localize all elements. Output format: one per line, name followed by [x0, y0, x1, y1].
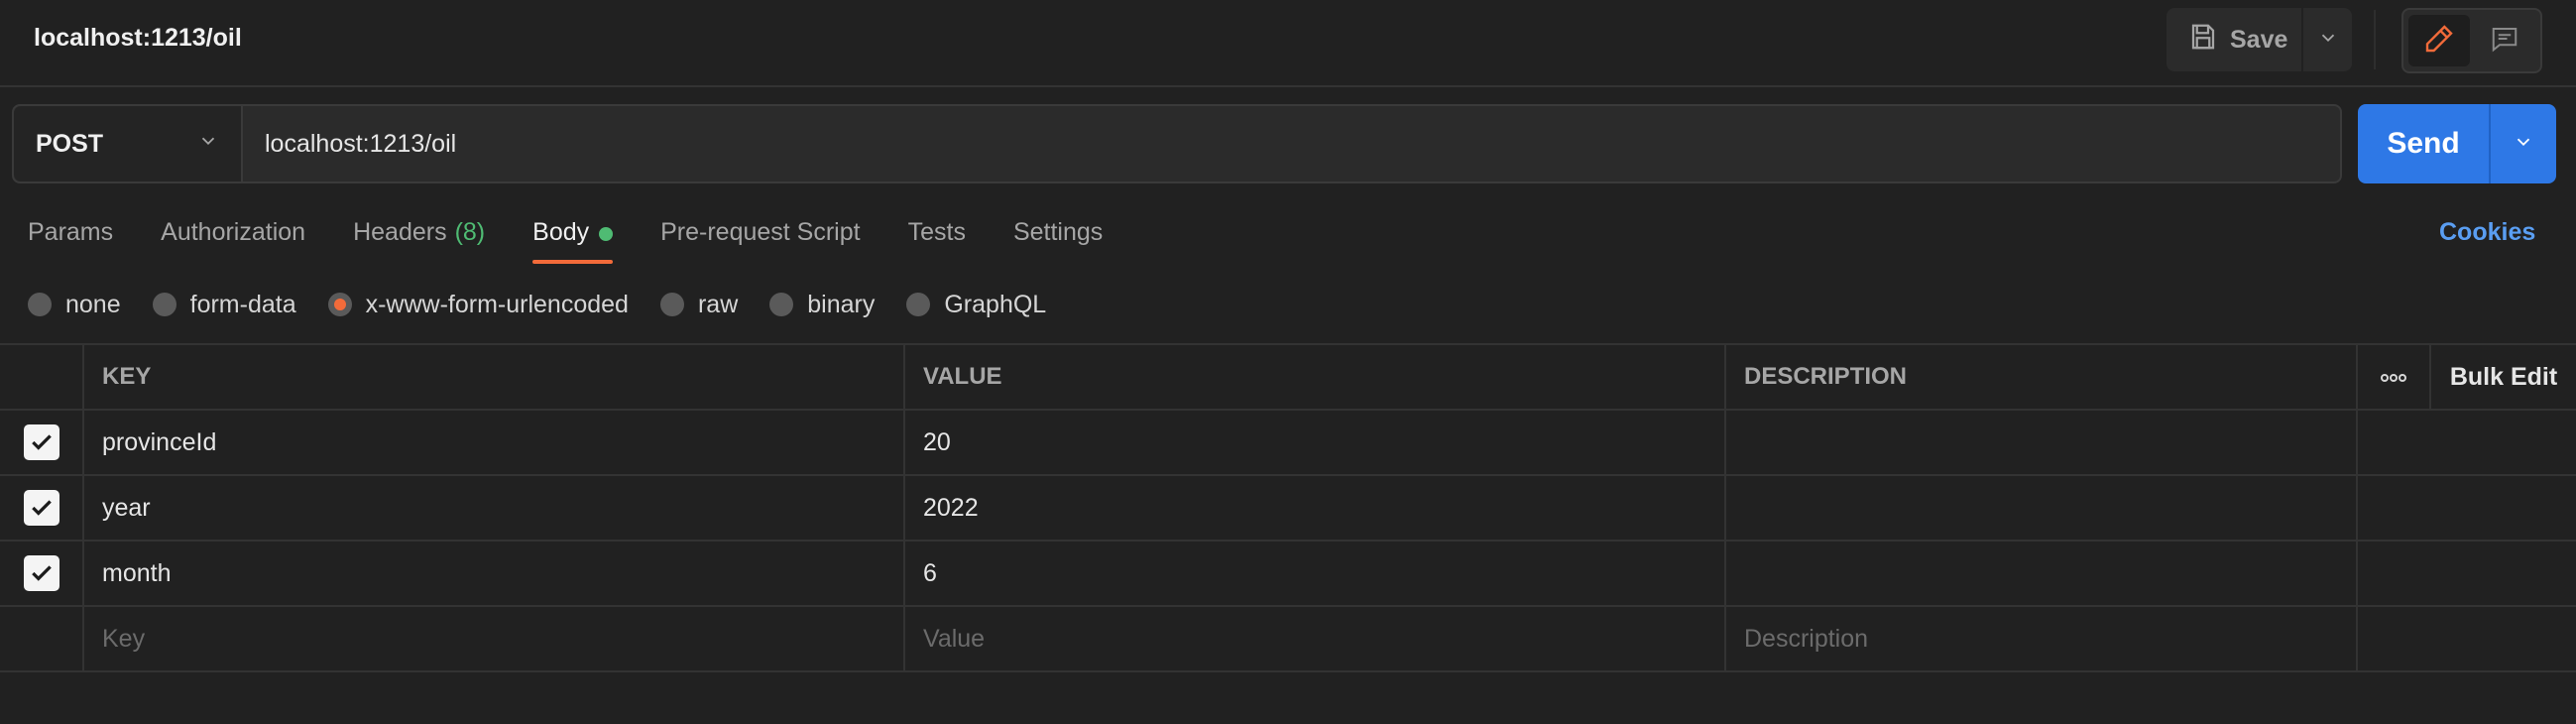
save-button[interactable]: Save — [2166, 8, 2301, 71]
new-value-input[interactable] — [923, 624, 1724, 654]
comment-mode-button[interactable] — [2474, 15, 2535, 66]
radio-circle — [906, 293, 931, 316]
radio-x-www-form-urlencoded[interactable]: x-www-form-urlencoded — [327, 290, 629, 319]
table-header-row: KEY VALUE DESCRIPTION Bulk Edit — [0, 345, 2576, 411]
radio-graphql[interactable]: GraphQL — [906, 291, 1046, 319]
body-type-radio-group: none form-data x-www-form-urlencoded raw… — [28, 288, 1078, 321]
chevron-down-icon — [2513, 131, 2534, 158]
row-enabled-checkbox[interactable] — [23, 424, 59, 460]
radio-label: binary — [807, 290, 876, 318]
method-label: POST — [36, 129, 104, 158]
description-cell[interactable] — [1726, 542, 2358, 605]
method-select[interactable]: POST — [14, 106, 243, 181]
params-table: KEY VALUE DESCRIPTION Bulk Edit province… — [0, 343, 2576, 672]
cookies-link[interactable]: Cookies — [2439, 218, 2535, 247]
check-icon — [31, 500, 52, 516]
pencil-icon — [2423, 23, 2455, 60]
save-icon — [2188, 22, 2218, 59]
new-description-cell — [1726, 607, 2358, 670]
send-button[interactable]: Send — [2358, 104, 2489, 183]
save-button-group: Save — [2166, 8, 2352, 71]
tab-tests[interactable]: Tests — [908, 210, 966, 262]
headers-count-badge: (8) — [454, 218, 486, 246]
request-title[interactable]: localhost:1213/oil — [34, 24, 242, 53]
tab-label: Authorization — [161, 218, 306, 246]
checkbox-cell — [0, 411, 84, 474]
key-cell[interactable]: year — [84, 476, 905, 540]
value-cell[interactable]: 6 — [905, 542, 1726, 605]
send-options-button[interactable] — [2491, 104, 2556, 183]
new-description-input[interactable] — [1744, 624, 2356, 654]
check-icon — [31, 565, 52, 581]
send-button-group: Send — [2358, 104, 2556, 183]
new-key-cell — [84, 607, 905, 670]
checkbox-cell — [0, 476, 84, 540]
column-header-description: DESCRIPTION — [1726, 345, 2358, 409]
table-row: year 2022 — [0, 476, 2576, 542]
radio-circle — [327, 293, 352, 316]
tab-headers[interactable]: Headers (8) — [353, 210, 485, 262]
tab-label: Body — [532, 218, 590, 246]
column-header-key: KEY — [84, 345, 905, 409]
checkbox-cell — [0, 542, 84, 605]
row-enabled-checkbox[interactable] — [23, 490, 59, 526]
more-horizontal-icon — [2379, 363, 2408, 391]
checkbox-cell — [0, 607, 84, 670]
description-cell[interactable] — [1726, 411, 2358, 474]
chevron-down-icon — [2317, 27, 2339, 54]
radio-form-data[interactable]: form-data — [152, 290, 296, 319]
radio-circle — [769, 293, 794, 316]
radio-label: x-www-form-urlencoded — [365, 290, 629, 318]
tab-pre-request-script[interactable]: Pre-request Script — [660, 210, 860, 262]
radio-raw[interactable]: raw — [659, 290, 739, 319]
value-cell[interactable]: 2022 — [905, 476, 1726, 540]
view-mode-toggle — [2401, 8, 2542, 73]
comment-icon — [2490, 24, 2519, 59]
header-checkbox-cell — [0, 345, 84, 409]
title-bar: localhost:1213/oil Save — [0, 0, 2576, 87]
chevron-down-icon — [197, 130, 219, 159]
tab-label: Pre-request Script — [660, 218, 861, 246]
tab-label: Tests — [907, 218, 966, 246]
tab-authorization[interactable]: Authorization — [161, 210, 305, 262]
tab-settings[interactable]: Settings — [1013, 210, 1103, 262]
url-input[interactable] — [243, 106, 2340, 181]
edit-mode-button[interactable] — [2408, 15, 2470, 66]
radio-none[interactable]: none — [28, 291, 121, 319]
url-bar: POST — [12, 104, 2342, 183]
tab-label: Settings — [1012, 218, 1104, 246]
save-options-button[interactable] — [2303, 8, 2352, 71]
new-value-cell — [905, 607, 1726, 670]
description-cell[interactable] — [1726, 476, 2358, 540]
new-key-input[interactable] — [102, 624, 903, 654]
bulk-edit-button[interactable]: Bulk Edit — [2431, 345, 2576, 409]
radio-label: form-data — [189, 290, 296, 318]
tab-label: Params — [28, 218, 114, 246]
radio-label: GraphQL — [944, 290, 1047, 318]
table-row: provinceId 20 — [0, 411, 2576, 476]
column-header-value: VALUE — [905, 345, 1726, 409]
table-row: month 6 — [0, 542, 2576, 607]
radio-binary[interactable]: binary — [769, 291, 875, 319]
new-row — [0, 607, 2576, 672]
row-enabled-checkbox[interactable] — [23, 555, 59, 591]
column-options-button[interactable] — [2358, 345, 2431, 409]
request-tabs: Params Authorization Headers (8) Body Pre… — [28, 210, 1150, 264]
body-status-dot — [599, 227, 614, 241]
divider — [2374, 10, 2376, 69]
tab-params[interactable]: Params — [28, 210, 113, 262]
radio-circle — [28, 293, 52, 316]
radio-label: none — [65, 290, 121, 318]
tab-label: Headers — [353, 218, 447, 246]
radio-circle — [659, 293, 684, 316]
check-icon — [31, 434, 52, 450]
radio-label: raw — [697, 290, 739, 318]
save-label: Save — [2230, 25, 2288, 54]
key-cell[interactable]: month — [84, 542, 905, 605]
value-cell[interactable]: 20 — [905, 411, 1726, 474]
radio-circle — [152, 293, 176, 316]
tab-body[interactable]: Body — [532, 210, 614, 264]
key-cell[interactable]: provinceId — [84, 411, 905, 474]
